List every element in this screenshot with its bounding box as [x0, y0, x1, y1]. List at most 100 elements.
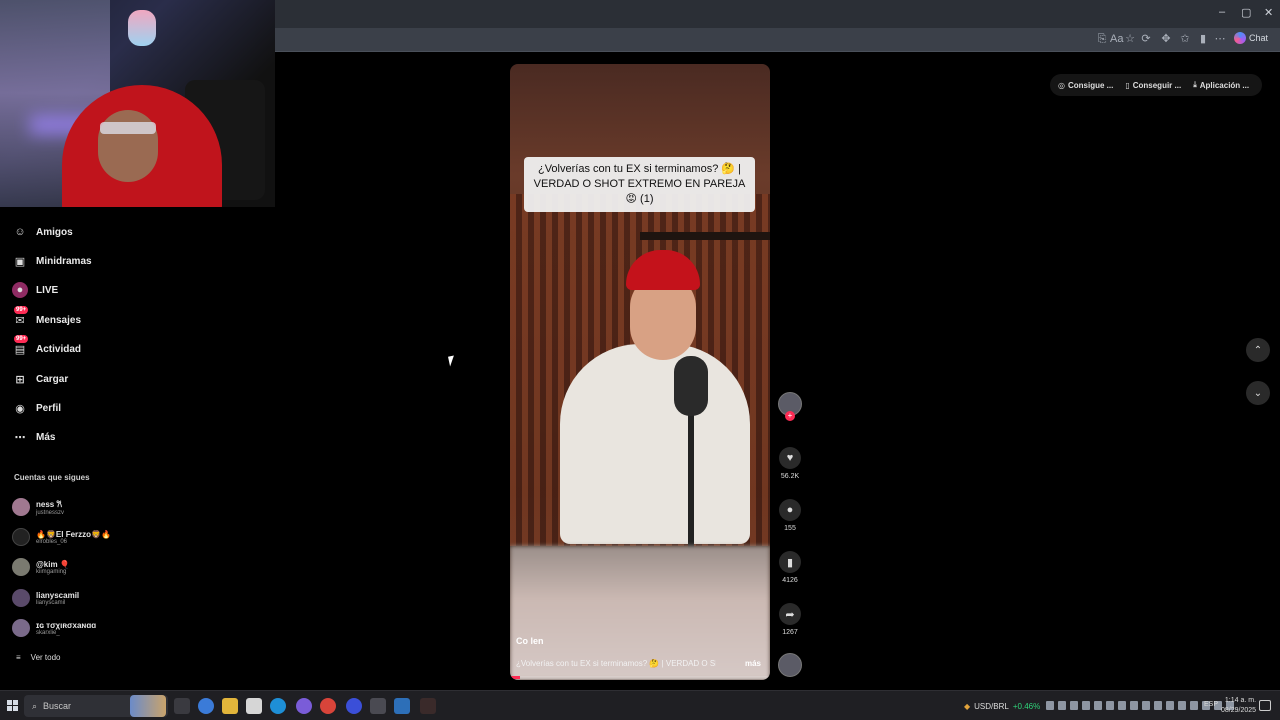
- previous-video-button[interactable]: ⌃: [1246, 338, 1270, 362]
- edge-browser-icon[interactable]: [270, 698, 286, 714]
- app-icon-q[interactable]: [346, 698, 362, 714]
- discord-icon[interactable]: [296, 698, 312, 714]
- sidebar-item-label: LIVE: [36, 284, 59, 296]
- following-item[interactable]: 🔥🦁El Ferzzo🦁🔥 elrobles_06: [12, 524, 111, 550]
- upload-icon: ⊞: [15, 373, 25, 386]
- file-explorer-icon[interactable]: [222, 698, 238, 714]
- video-person-body: [560, 344, 750, 544]
- search-highlight-image: [130, 695, 166, 717]
- list-icon: ≡: [16, 653, 21, 662]
- following-item[interactable]: @kim 🎈 kiimgaming: [12, 554, 70, 580]
- download-app-chip[interactable]: ⤓ Aplicación ...: [1193, 80, 1249, 90]
- follow-plus-icon[interactable]: +: [785, 411, 795, 421]
- following-name: ness 𐙚: [36, 499, 63, 509]
- favorites-icon[interactable]: ✩: [1179, 33, 1191, 45]
- puzzle-icon[interactable]: ✥: [1160, 33, 1172, 45]
- maximize-button[interactable]: ▢: [1241, 6, 1251, 19]
- comment-button[interactable]: ● 155: [778, 499, 802, 532]
- like-button[interactable]: ♥ 56.2K: [778, 447, 802, 480]
- profile-icon[interactable]: ▮: [1197, 33, 1209, 45]
- sidebar-item-label: Amigos: [36, 226, 73, 238]
- copilot-app-icon[interactable]: [198, 698, 214, 714]
- following-username: lianyscamil: [36, 599, 66, 606]
- sidebar-item-minidramas[interactable]: ▣ Minidramas: [12, 251, 92, 271]
- see-all-link[interactable]: ≡ Ver todo: [16, 653, 60, 662]
- comment-icon: ●: [779, 499, 801, 521]
- settings-icon[interactable]: [370, 698, 386, 714]
- following-name: lianyscamil: [36, 590, 80, 600]
- bookmark-icon: ▮: [779, 551, 801, 573]
- sidebar-item-label: Mensajes: [36, 314, 82, 326]
- webcam-person-glasses: [100, 122, 156, 134]
- close-button[interactable]: ✕: [1264, 6, 1273, 19]
- vscode-icon[interactable]: [394, 698, 410, 714]
- video-progress-bar[interactable]: [510, 676, 770, 679]
- get-coins-chip[interactable]: ◎ Consigue ...: [1058, 81, 1113, 90]
- webcam-overlay: [0, 0, 275, 207]
- get-app-chip[interactable]: ▯ Conseguir ...: [1125, 81, 1181, 90]
- sidebar-item-live[interactable]: ● LIVE: [12, 280, 58, 300]
- search-placeholder: Buscar: [43, 701, 72, 711]
- avatar: [12, 498, 30, 516]
- clock-date: 08/29/2025: [1221, 707, 1257, 714]
- see-all-label: Ver todo: [30, 653, 61, 662]
- minimize-button[interactable]: –: [1219, 6, 1225, 18]
- sidebar-item-label: Cargar: [36, 373, 69, 385]
- sidebar-item-more[interactable]: ⋯ Más: [12, 427, 56, 447]
- task-view-icon[interactable]: [174, 698, 190, 714]
- following-username: elrobles_06: [36, 538, 68, 545]
- ticker-change: +0.46%: [1012, 701, 1041, 711]
- following-username: skarxlie_: [36, 629, 60, 636]
- share-button[interactable]: ➦ 1267: [778, 603, 802, 636]
- caption-line-2: VERDAD O SHOT EXTREMO EN PAREJA 😡 (1): [533, 178, 746, 205]
- star-icon[interactable]: ☆: [1124, 33, 1136, 45]
- language-indicator[interactable]: ESP: [1204, 701, 1218, 708]
- following-item[interactable]: ɪɢ тσχιʀσхаɴɑɑ skarxlie_: [12, 615, 96, 641]
- next-video-button[interactable]: ⌄: [1246, 381, 1270, 405]
- video-description: ¿Volverías con tu EX si terminamos? 🤔 | …: [516, 659, 716, 668]
- notification-center-icon[interactable]: [1259, 700, 1271, 711]
- activity-icon: ▤ 99+: [14, 335, 29, 356]
- system-clock[interactable]: 1:14 a. m. 08/29/2025: [1221, 696, 1256, 716]
- more-icon[interactable]: ⋯: [1214, 33, 1226, 45]
- chart-icon: ◆: [964, 701, 971, 711]
- video-author[interactable]: Co len: [516, 636, 544, 646]
- app-icon-misc[interactable]: [420, 698, 436, 714]
- sidebar-item-activity[interactable]: ▤ 99+ Actividad: [12, 335, 82, 359]
- extension-icon[interactable]: ⟳: [1140, 33, 1152, 45]
- chevron-up-icon: ⌃: [1253, 344, 1263, 356]
- copilot-chat-button[interactable]: Chat: [1233, 32, 1268, 44]
- coin-icon: ◎: [1058, 80, 1065, 90]
- video-player[interactable]: ¿Volverías con tu EX si terminamos? 🤔 | …: [510, 64, 770, 680]
- more-button[interactable]: más: [745, 659, 761, 668]
- sound-avatar-button[interactable]: [778, 653, 802, 677]
- save-button[interactable]: ▮ 4126: [778, 551, 802, 584]
- creator-avatar-button[interactable]: +: [778, 392, 802, 421]
- following-name: ɪɢ тσχιʀσхаɴɑɑ: [36, 620, 97, 630]
- sidebar-item-friends[interactable]: ☺ Amigos: [12, 222, 73, 242]
- avatar: [12, 589, 30, 607]
- like-count: 56.2K: [780, 473, 800, 480]
- sidebar-item-messages[interactable]: ✉ 99+ Mensajes: [12, 306, 82, 330]
- following-section-title: Cuentas que sigues: [14, 473, 90, 482]
- sidebar-item-profile[interactable]: ◉ Perfil: [12, 398, 61, 418]
- messages-icon: ✉ 99+: [14, 306, 29, 327]
- video-progress-fill: [510, 676, 521, 679]
- avatar: [12, 619, 30, 637]
- download-icon: ⤓: [1193, 80, 1197, 89]
- mouse-cursor-icon: [448, 355, 456, 367]
- following-name: @kim 🎈: [36, 559, 70, 569]
- stock-ticker[interactable]: ◆ USD/BRL +0.46%: [964, 691, 1040, 720]
- notepad-icon[interactable]: [246, 698, 262, 714]
- video-mic-stand: [688, 414, 694, 554]
- obs-icon[interactable]: [320, 698, 336, 714]
- reader-icon[interactable]: Aa: [1110, 33, 1123, 45]
- translate-icon[interactable]: ⎘: [1096, 33, 1108, 45]
- top-action-chips: ◎ Consigue ... ▯ Conseguir ... ⤓ Aplicación…: [1050, 74, 1262, 96]
- following-item[interactable]: ness 𐙚 justnesszv: [12, 494, 64, 520]
- following-name: 🔥🦁El Ferzzo🦁🔥: [36, 529, 111, 539]
- sidebar-item-upload[interactable]: ⊞ Cargar: [12, 369, 68, 389]
- sidebar-item-label: Actividad: [36, 343, 82, 355]
- following-item[interactable]: lianyscamil lianyscamil: [12, 585, 79, 611]
- windows-start-icon[interactable]: [7, 700, 18, 711]
